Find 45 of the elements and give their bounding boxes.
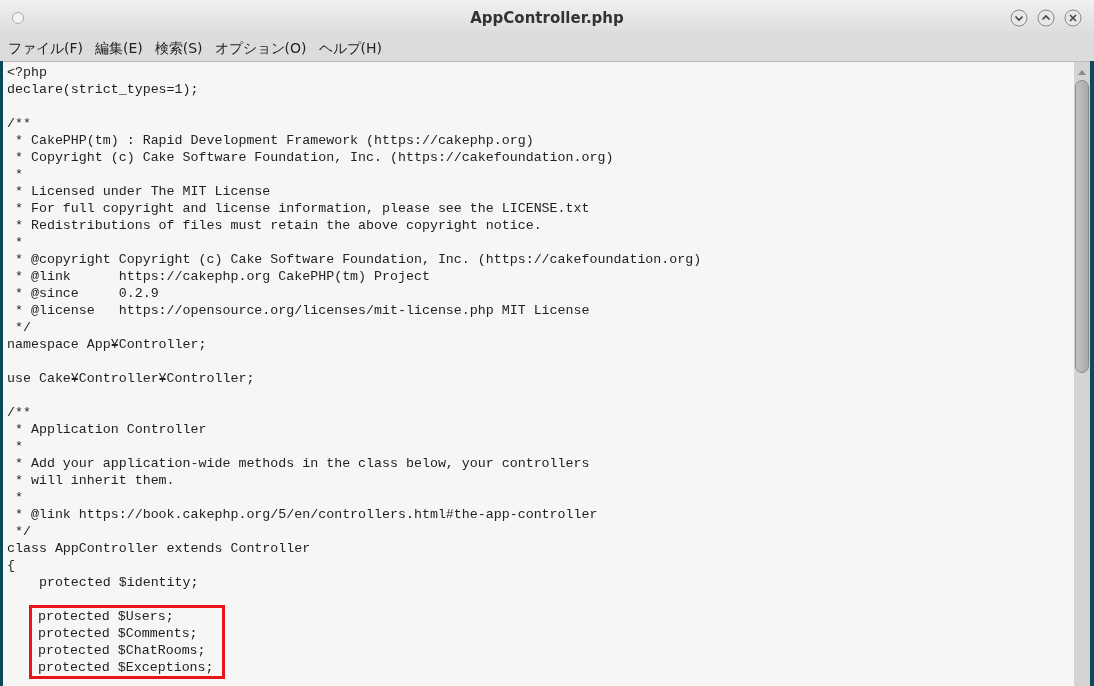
code-line: * <box>13 166 23 183</box>
code-line: * Application Controller <box>13 421 207 438</box>
scrollbar[interactable] <box>1074 61 1090 686</box>
code-line: * will inherit them. <box>13 472 175 489</box>
code-line: * CakePHP(tm) : Rapid Development Framework (https://cakephp.org) <box>13 132 534 149</box>
code-line: * For full copyright and license information, please see the LICENSE.txt <box>13 200 590 217</box>
code-line: namespace App¥Controller; <box>7 336 207 353</box>
code-line: * <box>13 489 23 506</box>
code-line: protected $Users; <box>38 608 174 625</box>
menu-item[interactable]: 編集(E) <box>93 38 145 59</box>
code-line: * @license https://opensource.org/licenses/mit-license.php MIT License <box>13 302 590 319</box>
code-line: use Cake¥Controller¥Controller; <box>7 370 255 387</box>
window-title: AppController.php <box>470 7 624 29</box>
maximize-icon[interactable] <box>1037 9 1055 27</box>
code-line: * Licensed under The MIT License <box>13 183 271 200</box>
code-line: * @link https://cakephp.org CakePHP(tm) Project <box>13 268 430 285</box>
code-line: * Add your application-wide methods in the class below, your controllers <box>13 455 590 472</box>
code-line: * @link https://book.cakephp.org/5/en/controllers.html#the-app-controller <box>13 506 598 523</box>
minimize-icon[interactable] <box>1010 9 1028 27</box>
code-line: protected $identity; <box>37 574 199 591</box>
code-line: * <box>13 438 23 455</box>
editor-area[interactable] <box>3 61 1074 686</box>
close-icon[interactable] <box>1064 9 1082 27</box>
code-line: <?php <box>7 64 47 81</box>
code-line: * Redistributions of files must retain the above copyright notice. <box>13 217 542 234</box>
menu-item[interactable]: オプション(O) <box>212 38 309 59</box>
code-line: * @copyright Copyright (c) Cake Software Foundation, Inc. (https://cakefoundation.org) <box>13 251 702 268</box>
scroll-up-icon[interactable] <box>1077 68 1087 76</box>
code-line: { <box>7 557 15 574</box>
code-line: declare(strict_types=1); <box>7 81 199 98</box>
code-line: protected $ChatRooms; <box>38 642 206 659</box>
code-line: /** <box>7 115 31 132</box>
code-line: */ <box>13 319 31 336</box>
code-line: */ <box>13 523 31 540</box>
scrollbar-thumb[interactable] <box>1075 80 1089 373</box>
code-line: * Copyright (c) Cake Software Foundation, Inc. (https://cakefoundation.org) <box>13 149 614 166</box>
code-line: protected $Exceptions; <box>38 659 214 676</box>
menu-item[interactable]: 検索(S) <box>152 38 205 59</box>
menu-item[interactable]: ファイル(F) <box>6 38 85 59</box>
code-line: protected $Comments; <box>38 625 198 642</box>
code-line: * @since 0.2.9 <box>13 285 159 302</box>
code-line: * <box>13 234 23 251</box>
code-line: /** <box>7 404 31 421</box>
menu-item[interactable]: ヘルプ(H) <box>316 38 384 59</box>
code-line: class AppController extends Controller <box>7 540 311 557</box>
